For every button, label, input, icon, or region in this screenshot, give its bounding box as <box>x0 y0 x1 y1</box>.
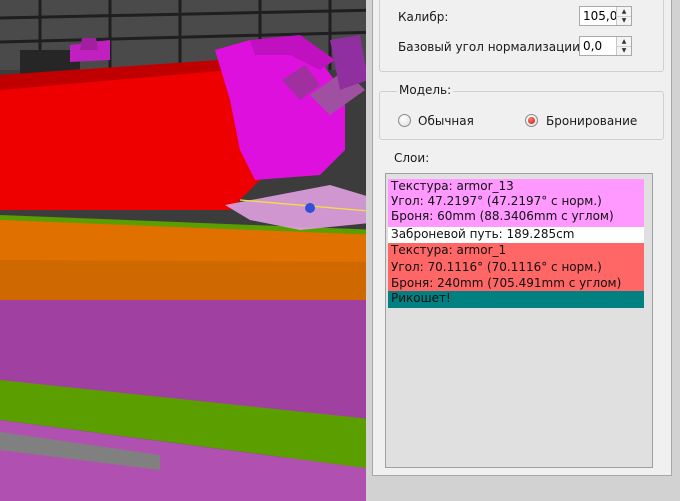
arrow-up-icon: ▲ <box>621 7 627 15</box>
layer-line[interactable]: Текстура: armor_1 <box>388 243 644 260</box>
normalization-decrement-button[interactable]: ▼ <box>617 46 631 55</box>
arrow-down-icon: ▼ <box>621 46 627 54</box>
model-group-title: Модель: <box>397 83 454 97</box>
normalization-value[interactable]: 0,0 <box>583 39 602 53</box>
panel-body: Калибр: 105,0 ▲ ▼ Базовый угол нормализа… <box>372 0 672 476</box>
normalization-spinbox[interactable]: 0,0 ▲ ▼ <box>579 36 632 56</box>
caliber-spin-buttons: ▲ ▼ <box>616 7 631 25</box>
normalization-spin-buttons: ▲ ▼ <box>616 37 631 55</box>
caliber-spinbox[interactable]: 105,0 ▲ ▼ <box>579 6 632 26</box>
layers-list[interactable]: Текстура: armor_13 Угол: 47.2197° (47.21… <box>385 173 653 468</box>
model-armor-radio[interactable] <box>525 114 538 127</box>
caliber-label: Калибр: <box>398 10 449 24</box>
layer-line[interactable]: Заброневой путь: 189.285cm <box>388 227 644 243</box>
caliber-value[interactable]: 105,0 <box>583 9 617 23</box>
caliber-decrement-button[interactable]: ▼ <box>617 16 631 25</box>
armor-info-panel: Калибр: 105,0 ▲ ▼ Базовый угол нормализа… <box>366 0 680 501</box>
layer-line[interactable]: Текстура: armor_13 <box>388 179 644 194</box>
model-normal-label[interactable]: Обычная <box>418 114 474 128</box>
layer-line[interactable]: Рикошет! <box>388 291 644 308</box>
arrow-down-icon: ▼ <box>621 16 627 24</box>
model-armor-label[interactable]: Бронирование <box>546 114 637 128</box>
model-normal-radio[interactable] <box>398 114 411 127</box>
normalization-label: Базовый угол нормализации: <box>398 40 584 54</box>
arrow-up-icon: ▲ <box>621 37 627 45</box>
layer-line[interactable]: Броня: 60mm (88.3406mm с углом) <box>388 209 644 227</box>
layers-title: Слои: <box>394 151 430 165</box>
layer-line[interactable]: Броня: 240mm (705.491mm с углом) <box>388 276 644 291</box>
layer-line[interactable]: Угол: 70.1116° (70.1116° с норм.) <box>388 260 644 276</box>
layer-line[interactable]: Угол: 47.2197° (47.2197° с норм.) <box>388 194 644 209</box>
